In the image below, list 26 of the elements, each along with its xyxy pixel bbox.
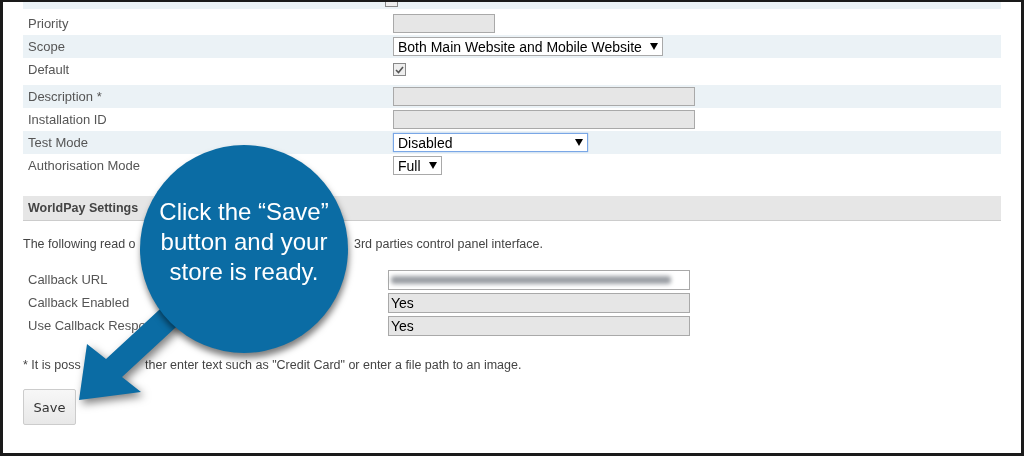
footnote-text: ther enter text such as "Credit Card" or enter a file path to an image.: [145, 358, 522, 372]
field-label: Test Mode: [28, 135, 88, 150]
field-label: Installation ID: [28, 112, 107, 127]
caret-icon: [575, 139, 583, 146]
readonly-field[interactable]: [388, 269, 690, 290]
checkbox[interactable]: [393, 63, 406, 76]
readonly-field[interactable]: Yes: [388, 292, 690, 313]
readonly-field[interactable]: Yes: [388, 315, 690, 336]
field-label: Callback URL: [28, 272, 108, 287]
caret-icon: [428, 162, 437, 169]
field-label: Default: [28, 62, 70, 77]
field-label: Callback Enabled: [28, 295, 130, 310]
callout-text: Click the “Save” button and your store is ready.: [158, 197, 330, 287]
select-dropdown[interactable]: Disabled: [393, 133, 588, 152]
section-title: WorldPay Settings: [28, 201, 139, 215]
intro-text: 3rd parties control panel interface.: [354, 237, 543, 251]
field-label: Priority: [28, 16, 69, 31]
field-label: Description *: [28, 89, 102, 104]
select-dropdown[interactable]: Full: [393, 156, 442, 175]
save-button[interactable]: Save: [23, 389, 76, 425]
field-label: Scope: [28, 39, 65, 54]
intro-text: The following read o: [23, 237, 136, 251]
caret-icon: [649, 43, 658, 50]
footnote-text: * It is poss: [23, 358, 81, 372]
select-dropdown[interactable]: Both Main Website and Mobile Website: [393, 37, 663, 56]
field-label: Authorisation Mode: [28, 158, 140, 173]
